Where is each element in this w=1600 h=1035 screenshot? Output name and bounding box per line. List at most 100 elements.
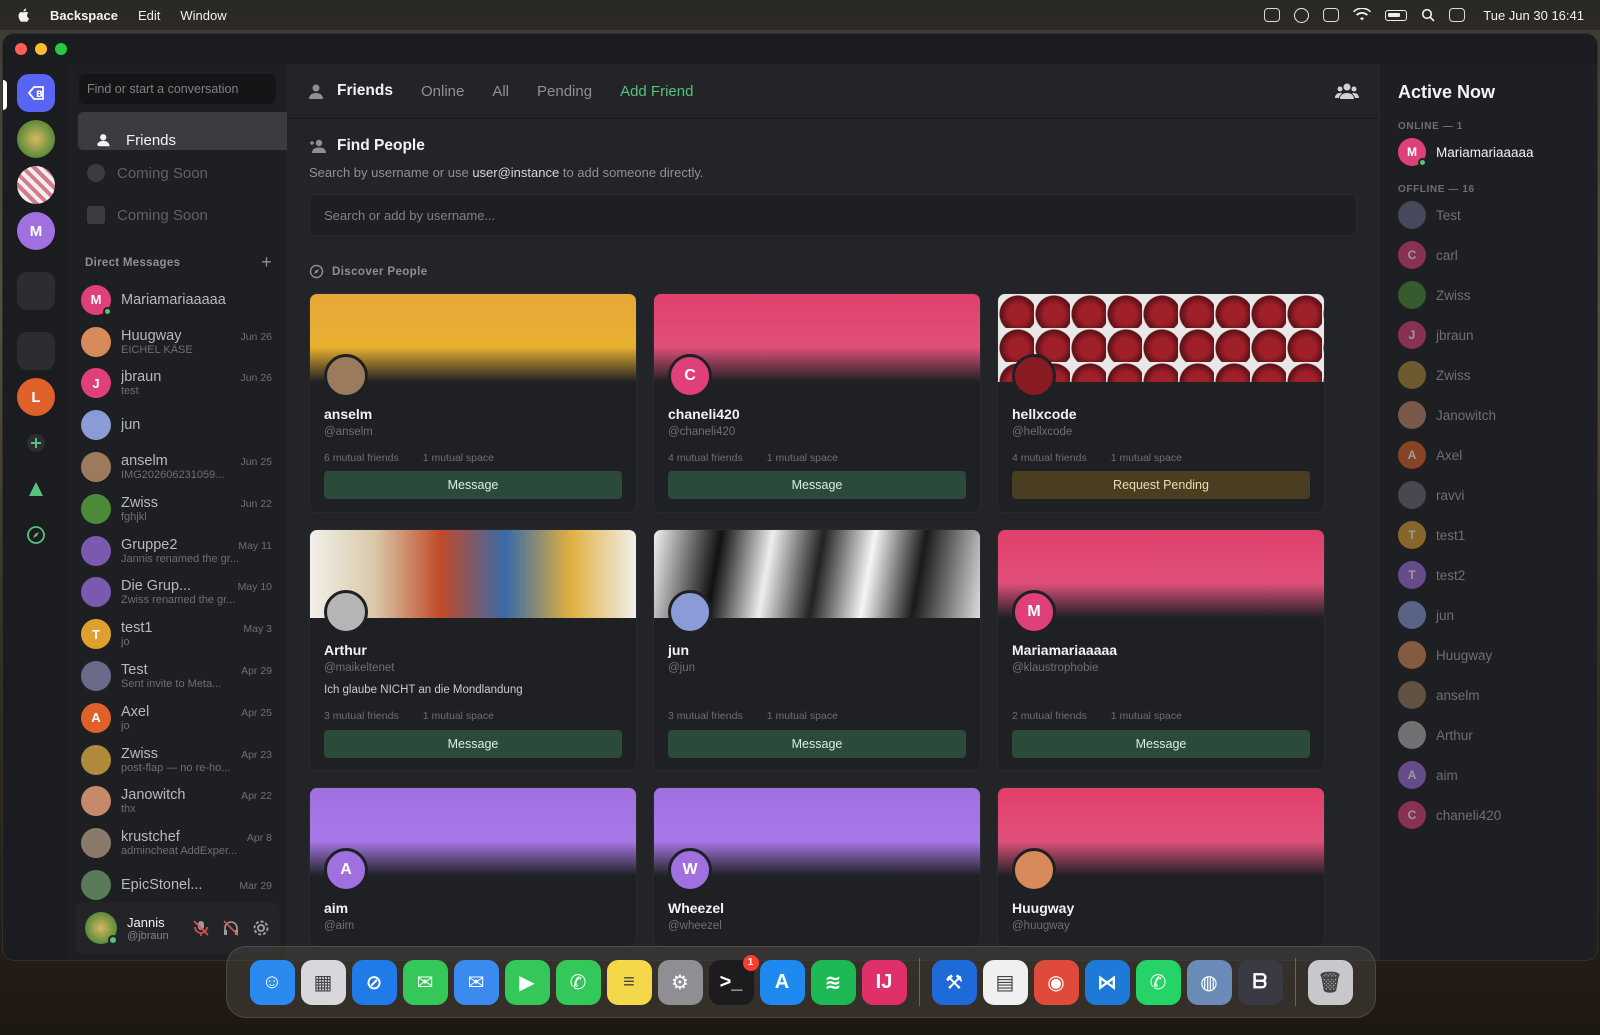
- active-now-person[interactable]: Test: [1398, 195, 1597, 235]
- card-avatar[interactable]: [1012, 848, 1056, 892]
- server-folder-1[interactable]: [17, 272, 55, 310]
- active-now-person[interactable]: Janowitch: [1398, 395, 1597, 435]
- messages-icon[interactable]: ✉: [402, 959, 448, 1005]
- nav-coming-soon-2[interactable]: Coming Soon: [77, 196, 278, 234]
- tab-pending[interactable]: Pending: [537, 83, 592, 100]
- nav-friends[interactable]: Friends: [77, 112, 295, 150]
- backspace-tray-icon[interactable]: [1264, 8, 1281, 22]
- facetime-icon[interactable]: ▶: [504, 959, 550, 1005]
- dm-item[interactable]: Die Grup... May 10 Zwiss renamed the gr...: [69, 572, 286, 614]
- trash-icon[interactable]: 🗑: [1307, 959, 1353, 1005]
- card-avatar[interactable]: A: [324, 848, 368, 892]
- active-now-person[interactable]: Huugway: [1398, 635, 1597, 675]
- wifi-icon[interactable]: [1353, 8, 1372, 22]
- server-l[interactable]: L: [17, 378, 55, 416]
- focus-icon[interactable]: [1294, 7, 1310, 23]
- close-window-button[interactable]: [15, 43, 27, 55]
- menubar-window[interactable]: Window: [180, 8, 226, 23]
- dm-item[interactable]: Janowitch Apr 22 thx: [69, 781, 286, 823]
- message-button[interactable]: Message: [668, 471, 966, 499]
- dm-item[interactable]: Test Apr 29 Sent invite to Meta...: [69, 655, 286, 697]
- app-store-server-button[interactable]: [17, 470, 55, 508]
- notes-icon[interactable]: ≡: [606, 959, 652, 1005]
- dm-item[interactable]: Huugway Jun 26 EICHEL KÄSE: [69, 321, 286, 363]
- active-now-person[interactable]: Ccarl: [1398, 235, 1597, 275]
- card-avatar[interactable]: C: [668, 354, 712, 398]
- explore-button[interactable]: [17, 516, 55, 554]
- control-center-icon[interactable]: [1449, 8, 1466, 22]
- phone-icon[interactable]: ✆: [555, 959, 601, 1005]
- card-avatar[interactable]: [668, 590, 712, 634]
- tab-all[interactable]: All: [492, 83, 509, 100]
- active-now-person[interactable]: Ttest2: [1398, 555, 1597, 595]
- intellij-icon[interactable]: IJ: [861, 959, 907, 1005]
- add-server-button[interactable]: [17, 424, 55, 462]
- apple-icon[interactable]: [16, 7, 32, 23]
- xcode-icon[interactable]: ⚒: [931, 959, 977, 1005]
- deafen-headphones-icon[interactable]: [222, 919, 240, 937]
- active-now-person[interactable]: jun: [1398, 595, 1597, 635]
- active-now-person[interactable]: Arthur: [1398, 715, 1597, 755]
- menubar-app-name[interactable]: Backspace: [50, 8, 118, 23]
- active-now-person[interactable]: Jjbraun: [1398, 315, 1597, 355]
- card-avatar[interactable]: W: [668, 848, 712, 892]
- spotify-icon[interactable]: ≋: [810, 959, 856, 1005]
- server-m[interactable]: M: [17, 212, 55, 250]
- dm-item[interactable]: A Axel Apr 25 jo: [69, 697, 286, 739]
- card-avatar[interactable]: [324, 354, 368, 398]
- card-avatar[interactable]: M: [1012, 590, 1056, 634]
- safari-icon[interactable]: ⊘: [351, 959, 397, 1005]
- minimize-window-button[interactable]: [35, 43, 47, 55]
- zoom-window-button[interactable]: [55, 43, 67, 55]
- whatsapp-icon[interactable]: ✆: [1135, 959, 1181, 1005]
- dm-item[interactable]: Gruppe2 May 11 Jannis renamed the gr...: [69, 530, 286, 572]
- card-avatar[interactable]: [324, 590, 368, 634]
- group-dm-icon[interactable]: [1335, 81, 1359, 101]
- conversation-search-input[interactable]: Find or start a conversation: [79, 74, 276, 104]
- chrome-icon[interactable]: ◉: [1033, 959, 1079, 1005]
- dm-item[interactable]: anselm Jun 25 IMG202606231059...: [69, 446, 286, 488]
- textedit-icon[interactable]: ▤: [982, 959, 1028, 1005]
- message-button[interactable]: Message: [324, 730, 622, 758]
- menubar-edit[interactable]: Edit: [138, 8, 160, 23]
- finder-icon[interactable]: ☺: [249, 959, 295, 1005]
- dm-item[interactable]: Jjbraun Jun 26 test: [69, 363, 286, 405]
- vscode-icon[interactable]: ⋈: [1084, 959, 1130, 1005]
- home-server-button[interactable]: B: [17, 74, 55, 112]
- dm-item[interactable]: krustchef Apr 8 admincheat AddExper...: [69, 822, 286, 864]
- tab-online[interactable]: Online: [421, 83, 464, 100]
- launchpad-icon[interactable]: ▦: [300, 959, 346, 1005]
- user-info[interactable]: Jannis @jbraun: [127, 915, 169, 942]
- spotlight-search-icon[interactable]: [1421, 8, 1435, 22]
- battery-icon[interactable]: [1385, 9, 1408, 21]
- active-now-person[interactable]: A Axel: [1398, 435, 1597, 475]
- active-now-person[interactable]: Cchaneli420: [1398, 795, 1597, 835]
- dm-item[interactable]: EpicStonel... Mar 29: [69, 864, 286, 902]
- active-now-person[interactable]: Aaim: [1398, 755, 1597, 795]
- settings-icon[interactable]: ⚙: [657, 959, 703, 1005]
- server-avatar-1[interactable]: [17, 120, 55, 158]
- server-folder-2[interactable]: [17, 332, 55, 370]
- active-now-person[interactable]: Zwiss: [1398, 355, 1597, 395]
- settings-gear-icon[interactable]: [252, 919, 270, 937]
- message-button[interactable]: Message: [1012, 730, 1310, 758]
- dm-item[interactable]: Ttest1 May 3 jo: [69, 613, 286, 655]
- disk-utility-icon[interactable]: ◍: [1186, 959, 1232, 1005]
- dm-item[interactable]: jun: [69, 404, 286, 446]
- request-pending-button[interactable]: Request Pending: [1012, 471, 1310, 499]
- mute-microphone-icon[interactable]: [192, 919, 210, 937]
- active-now-person[interactable]: Zwiss: [1398, 275, 1597, 315]
- active-now-person[interactable]: anselm: [1398, 675, 1597, 715]
- new-dm-plus-icon[interactable]: +: [261, 252, 272, 273]
- nav-coming-soon-1[interactable]: Coming Soon: [77, 154, 278, 192]
- active-now-person[interactable]: M Mariamariaaaaa: [1398, 132, 1597, 172]
- message-button[interactable]: Message: [324, 471, 622, 499]
- tab-add-friend[interactable]: Add Friend: [620, 83, 693, 100]
- menubar-clock[interactable]: Tue Jun 30 16:41: [1483, 8, 1584, 23]
- backspace-icon[interactable]: ᗷ: [1237, 959, 1283, 1005]
- user-avatar[interactable]: [85, 912, 118, 945]
- dm-item[interactable]: Zwiss Jun 22 fghjkl: [69, 488, 286, 530]
- screen-icon[interactable]: [1323, 8, 1340, 22]
- card-avatar[interactable]: [1012, 354, 1056, 398]
- appstore-icon[interactable]: A: [759, 959, 805, 1005]
